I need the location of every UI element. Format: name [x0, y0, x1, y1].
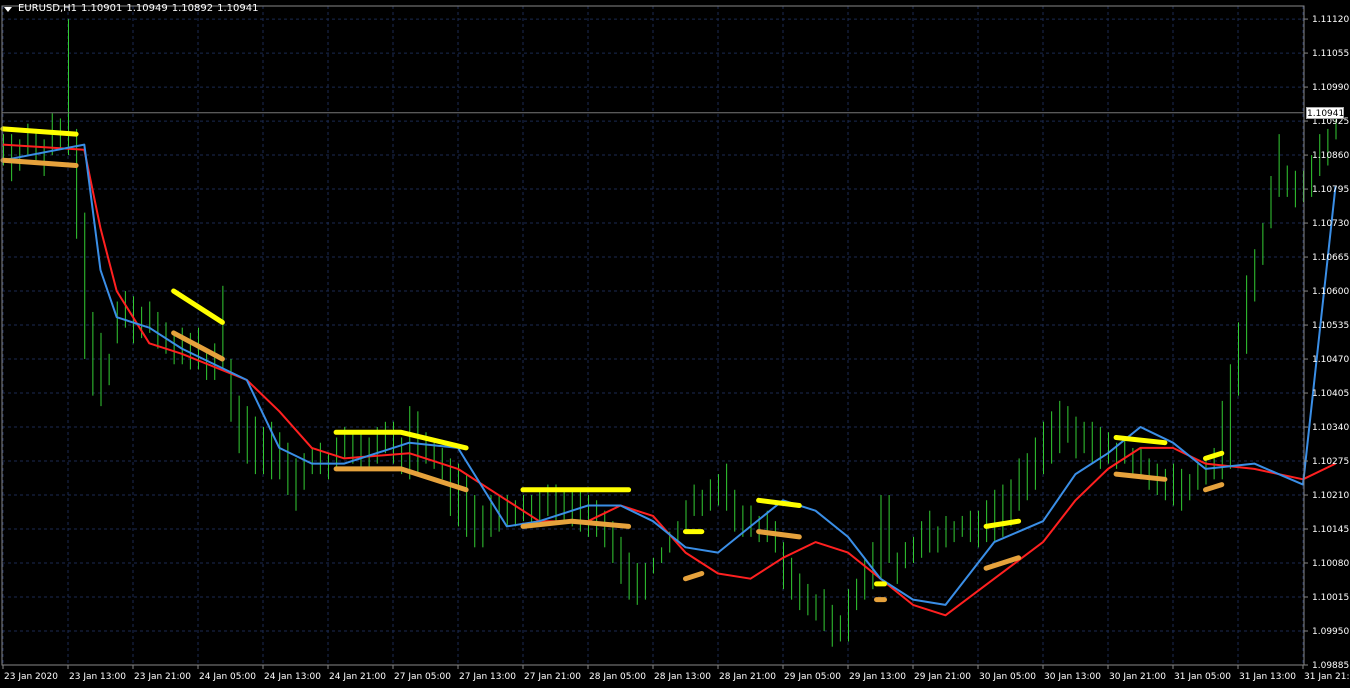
y-tick-label: 1.09885 [1312, 661, 1349, 671]
y-tick-label: 1.10405 [1312, 389, 1349, 399]
chart-axes: 1.111201.110551.109901.109251.108601.107… [1, 5, 1350, 682]
yellow-band-segment [756, 497, 802, 508]
y-tick-label: 1.10015 [1312, 593, 1349, 603]
orange-band-segment [0, 157, 79, 168]
x-tick-label: 31 Jan 05:00 [1174, 672, 1231, 682]
x-tick-label: 27 Jan 05:00 [394, 672, 451, 682]
orange-band-segment [683, 571, 705, 582]
y-tick-label: 1.10210 [1312, 491, 1349, 501]
x-tick-label: 23 Jan 13:00 [69, 672, 126, 682]
x-tick-label: 31 Jan 13:00 [1239, 672, 1296, 682]
x-tick-label: 31 Jan 21:00 [1304, 672, 1350, 682]
x-tick-label: 23 Jan 21:00 [134, 672, 191, 682]
symbol-label: EURUSD,H1 [18, 3, 78, 14]
orange-band-segment [756, 529, 802, 540]
x-tick-label: 29 Jan 05:00 [784, 672, 841, 682]
y-tick-label: 1.10990 [1312, 83, 1349, 93]
open-value: 1.10901 [81, 3, 123, 14]
x-tick-label: 23 Jan 2020 [4, 672, 58, 682]
price-bars [3, 19, 1337, 647]
orange-band-segment [333, 466, 469, 493]
x-tick-label: 28 Jan 05:00 [589, 672, 646, 682]
x-tick-label: 24 Jan 13:00 [264, 672, 321, 682]
x-tick-label: 30 Jan 05:00 [979, 672, 1036, 682]
current-price-tag: 1.10941 [1306, 106, 1345, 119]
y-tick-label: 1.10600 [1312, 287, 1349, 297]
yellow-band-segment [1203, 450, 1225, 461]
y-tick-label: 1.10535 [1312, 321, 1349, 331]
x-tick-label: 24 Jan 21:00 [329, 672, 386, 682]
y-tick-label: 1.10340 [1312, 423, 1349, 433]
x-tick-label: 30 Jan 13:00 [1044, 672, 1101, 682]
y-tick-label: 1.10795 [1312, 185, 1349, 195]
x-tick-label: 27 Jan 13:00 [459, 672, 516, 682]
y-tick-label: 1.10665 [1312, 253, 1349, 263]
chart-header: EURUSD,H1 1.10901 1.10949 1.10892 1.1094… [4, 3, 258, 15]
y-tick-label: 1.11055 [1312, 49, 1349, 59]
chart-window[interactable]: 1.11120 1.11055 1.10990 1.10925 1.10860 1.107… [0, 0, 1350, 688]
x-tick-label: 28 Jan 13:00 [654, 672, 711, 682]
y-tick-label: 1.11120 [1312, 15, 1349, 25]
x-tick-label: 29 Jan 21:00 [914, 672, 971, 682]
y-tick-label: 1.10275 [1312, 457, 1349, 467]
x-tick-label: 30 Jan 21:00 [1109, 672, 1166, 682]
yellow-band-segment [0, 126, 79, 137]
high-value: 1.10949 [126, 3, 168, 14]
y-tick-label: 1.10730 [1312, 219, 1349, 229]
x-tick-label: 29 Jan 13:00 [849, 672, 906, 682]
y-tick-label: 1.10860 [1312, 151, 1349, 161]
y-tick-label: 1.10080 [1312, 559, 1349, 569]
y-tick-label: 1.10145 [1312, 525, 1349, 535]
y-tick-label: 1.09950 [1312, 627, 1349, 637]
price-chart[interactable]: 1.111201.110551.109901.109251.108601.107… [0, 0, 1350, 688]
low-value: 1.10892 [171, 3, 214, 14]
x-tick-label: 27 Jan 21:00 [524, 672, 581, 682]
dropdown-triangle-icon[interactable] [4, 6, 12, 12]
y-tick-label: 1.10470 [1312, 355, 1349, 365]
orange-band-segment [1203, 482, 1225, 493]
close-value: 1.10941 [217, 3, 259, 14]
x-tick-label: 28 Jan 21:00 [719, 672, 776, 682]
x-tick-label: 24 Jan 05:00 [199, 672, 256, 682]
yellow-band-segment [983, 518, 1022, 529]
